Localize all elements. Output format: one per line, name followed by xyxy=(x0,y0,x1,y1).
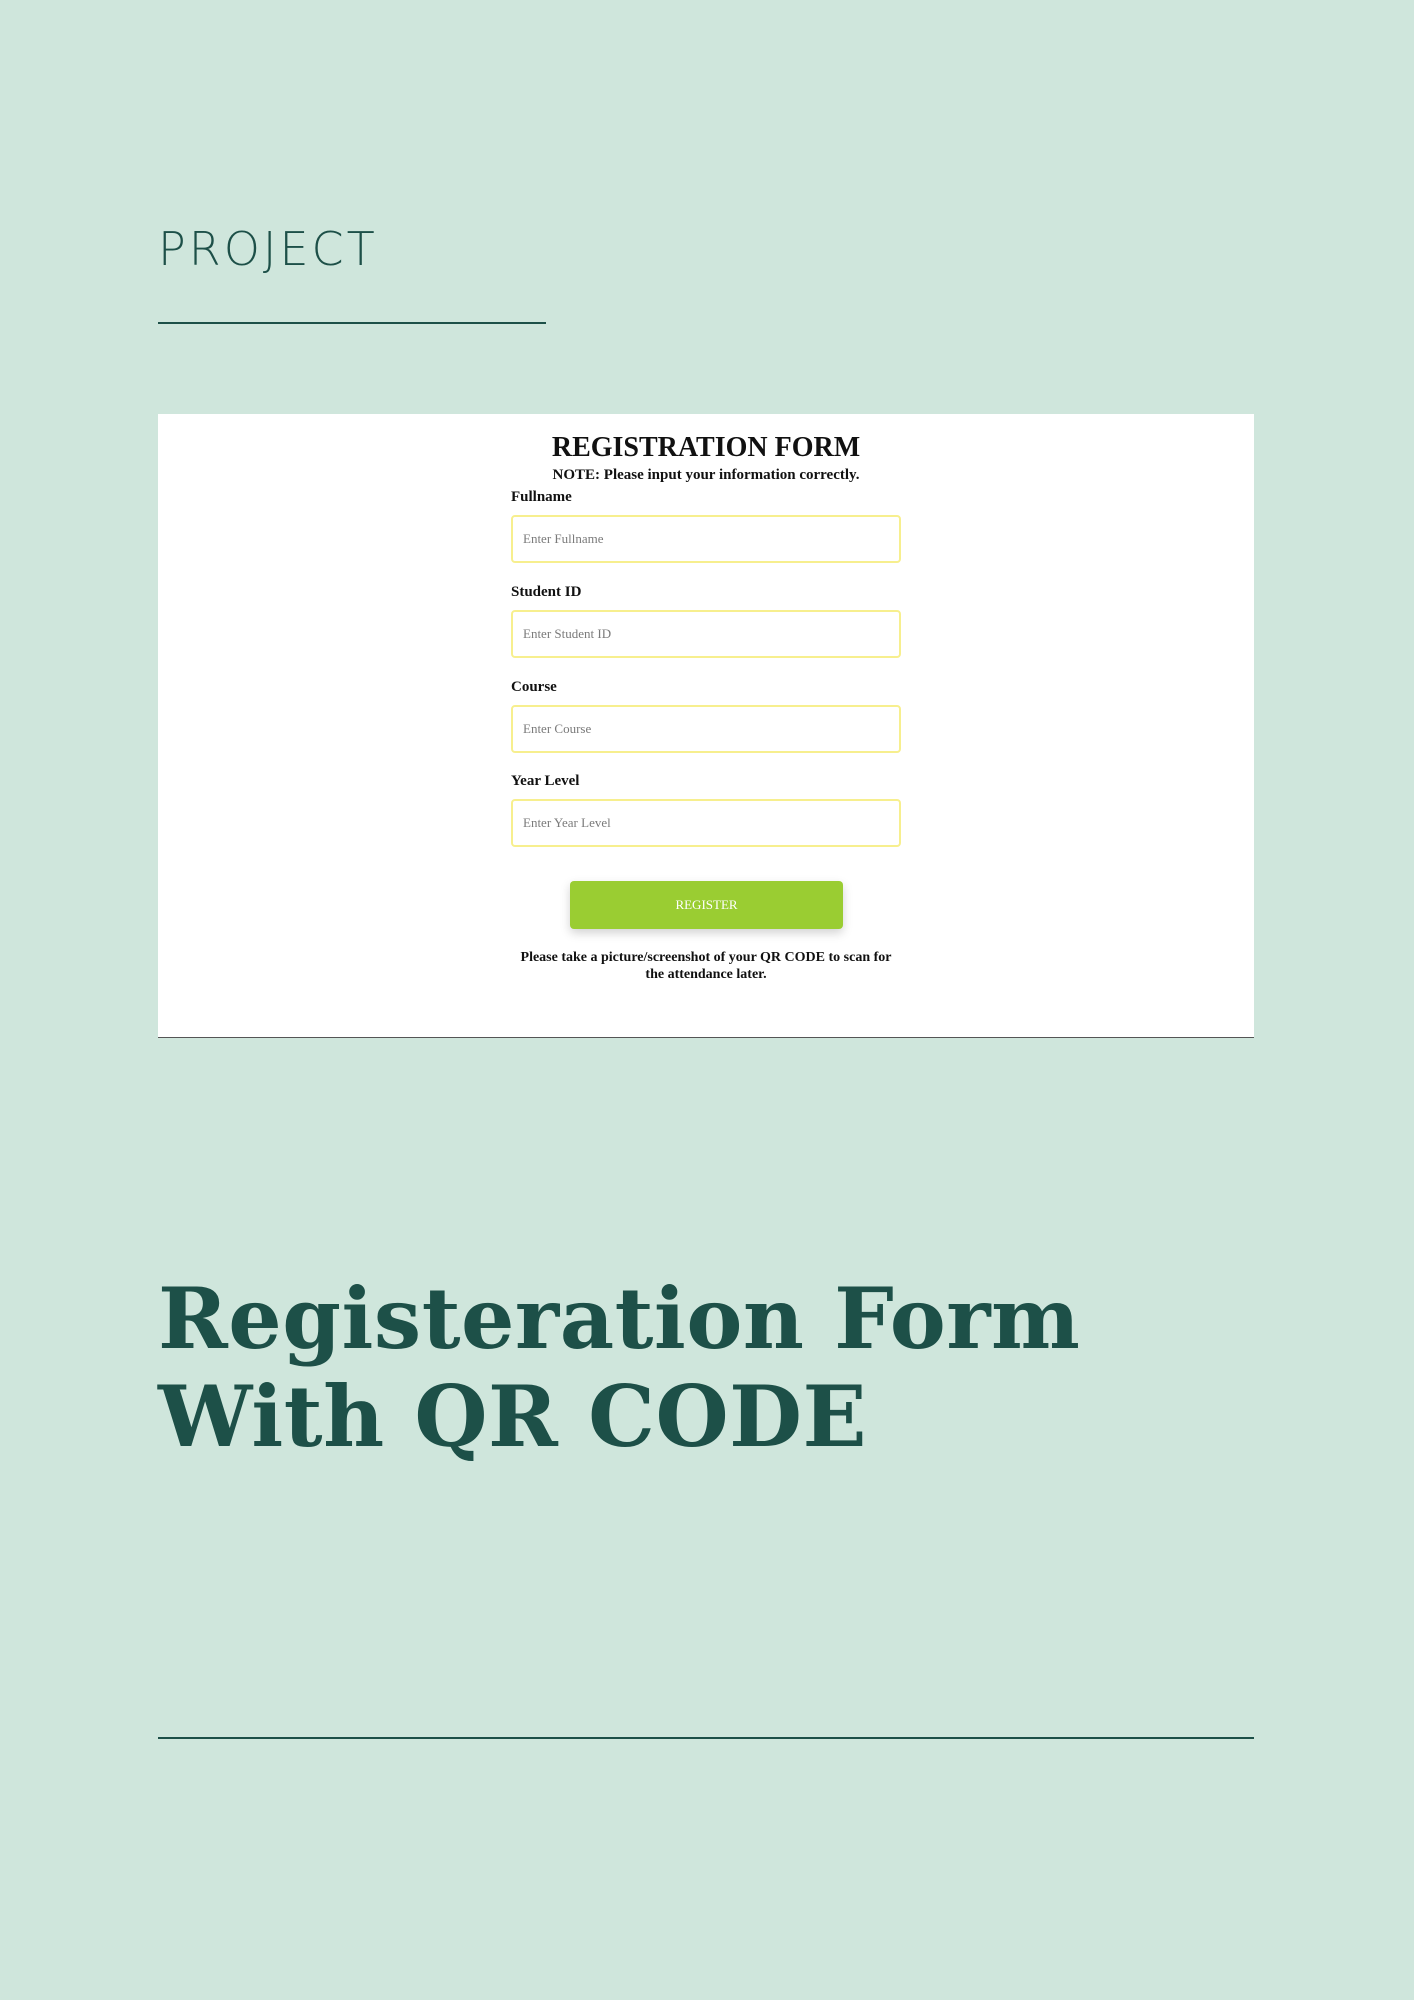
qr-code-note: Please take a picture/screenshot of your… xyxy=(520,950,892,982)
year-level-input[interactable] xyxy=(511,799,901,847)
course-label: Course xyxy=(511,679,557,695)
section-divider xyxy=(158,322,546,324)
register-button[interactable]: REGISTER xyxy=(570,881,843,929)
section-label: PROJECT xyxy=(158,222,378,276)
bottom-divider xyxy=(158,1737,1254,1739)
course-input[interactable] xyxy=(511,705,901,753)
form-note: NOTE: Please input your information corr… xyxy=(552,467,860,483)
year-level-label: Year Level xyxy=(511,773,580,789)
page-heading: Registeration Form With QR CODE xyxy=(158,1269,1081,1466)
student-id-label: Student ID xyxy=(511,584,582,600)
fullname-input[interactable] xyxy=(511,515,901,563)
student-id-input[interactable] xyxy=(511,610,901,658)
form-title: REGISTRATION FORM xyxy=(551,432,861,463)
fullname-label: Fullname xyxy=(511,489,572,505)
form-screenshot: REGISTRATION FORM NOTE: Please input you… xyxy=(158,414,1254,1038)
